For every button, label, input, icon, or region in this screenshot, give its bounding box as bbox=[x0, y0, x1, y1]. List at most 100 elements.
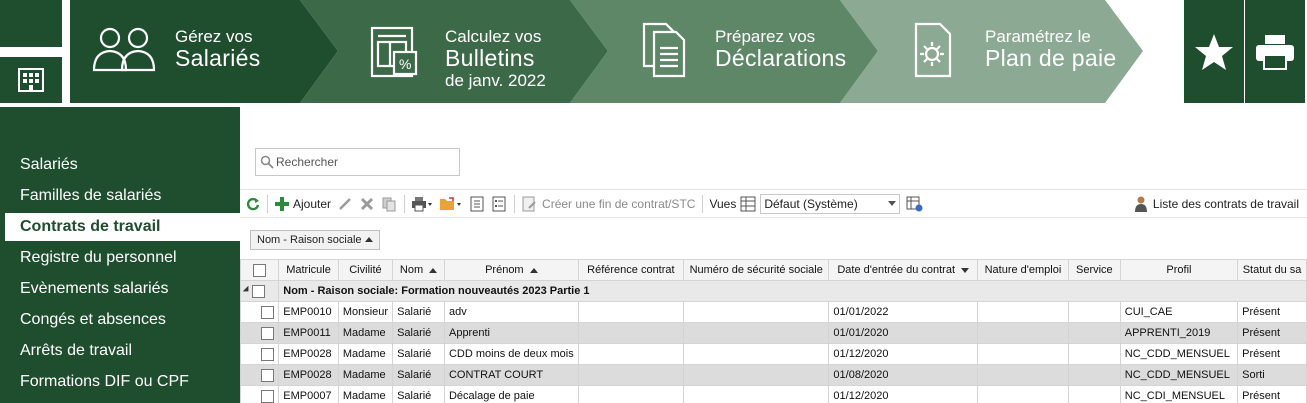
print-button[interactable] bbox=[1245, 0, 1305, 103]
column-header[interactable]: Service bbox=[1067, 259, 1121, 281]
end-contract-button[interactable]: Créer une fin de contrat/STC bbox=[521, 193, 695, 215]
cell-service bbox=[1067, 322, 1121, 344]
row-checkbox[interactable] bbox=[261, 326, 275, 340]
table-row[interactable]: EMP0010 Monsieur Salarié adv 01/01/2022 … bbox=[239, 301, 1307, 323]
column-header[interactable]: Statut du sa bbox=[1237, 259, 1307, 281]
cell-nom: Salarié bbox=[392, 322, 445, 344]
add-button[interactable]: Ajouter bbox=[274, 193, 331, 215]
column-header-label: Prénom bbox=[485, 264, 524, 276]
step-declarations[interactable]: Préparez vos Déclarations bbox=[570, 0, 880, 103]
column-header-date[interactable]: Date d'entrée du contrat bbox=[828, 259, 978, 281]
group-panel: Nom - Raison sociale bbox=[240, 217, 1307, 257]
column-header[interactable]: Numéro de sécurité sociale bbox=[683, 259, 830, 281]
column-header-nom[interactable]: Nom bbox=[392, 259, 445, 281]
sidebar: Salariés Familles de salariés Contrats d… bbox=[0, 107, 240, 403]
table-row[interactable]: EMP0011 Madame Salarié Apprenti 01/01/20… bbox=[239, 322, 1307, 344]
column-header[interactable]: Nature d'emploi bbox=[976, 259, 1069, 281]
cell-date: 01/08/2020 bbox=[828, 364, 978, 386]
cell-civilite: Madame bbox=[337, 385, 394, 403]
cell-statut: Présent bbox=[1237, 385, 1307, 403]
cell-nature bbox=[976, 343, 1069, 365]
cell-secu bbox=[683, 385, 830, 403]
cell-secu bbox=[683, 322, 830, 344]
print-menu-button[interactable] bbox=[411, 193, 433, 215]
home-tile[interactable] bbox=[0, 0, 62, 47]
delete-button[interactable] bbox=[359, 193, 375, 215]
cell-prenom: CDD moins de deux mois bbox=[443, 343, 579, 365]
cell-profil: NC_CDD_MENSUEL bbox=[1119, 343, 1239, 365]
cell-prenom: adv bbox=[443, 301, 579, 323]
sort-ascending-icon bbox=[365, 237, 373, 242]
sidebar-item-familles[interactable]: Familles de salariés bbox=[0, 182, 240, 210]
column-header-prenom[interactable]: Prénom bbox=[443, 259, 579, 281]
svg-text:%: % bbox=[399, 56, 411, 72]
step-line1: Paramétrez le bbox=[985, 27, 1091, 46]
group-row[interactable]: Nom - Raison sociale: Formation nouveaut… bbox=[239, 280, 1307, 302]
column-header[interactable]: Matricule bbox=[278, 259, 339, 281]
settings-document-icon bbox=[914, 22, 952, 78]
row-checkbox[interactable] bbox=[261, 389, 275, 403]
column-header[interactable]: Profil bbox=[1119, 259, 1239, 281]
row-checkbox[interactable] bbox=[261, 368, 275, 382]
contracts-table: Matricule Civilité Nom Prénom Référence … bbox=[239, 259, 1307, 403]
select-all-checkbox[interactable] bbox=[253, 263, 267, 277]
cell-date: 01/12/2020 bbox=[828, 343, 978, 365]
column-header[interactable]: Référence contrat bbox=[577, 259, 685, 281]
contract-list-button[interactable]: Liste des contrats de travail bbox=[1134, 193, 1299, 215]
list-button[interactable] bbox=[491, 193, 507, 215]
cell-civilite: Madame bbox=[337, 364, 394, 386]
column-header-label: Date d'entrée du contrat bbox=[837, 264, 956, 276]
expand-icon[interactable] bbox=[242, 285, 252, 295]
row-checkbox[interactable] bbox=[261, 305, 275, 319]
sidebar-item-salaries[interactable]: Salariés bbox=[0, 151, 240, 179]
view-select[interactable]: Défaut (Système) bbox=[760, 193, 901, 214]
document-icon bbox=[470, 196, 484, 211]
step-plan-de-paie[interactable]: Paramétrez le Plan de paie bbox=[840, 0, 1145, 103]
refresh-button[interactable] bbox=[246, 193, 260, 215]
column-header-label: Nom bbox=[399, 264, 424, 276]
add-label: Ajouter bbox=[293, 196, 332, 211]
view-settings-button[interactable] bbox=[906, 193, 924, 215]
cell-civilite: Madame bbox=[337, 343, 394, 365]
sidebar-item-contrats[interactable]: Contrats de travail bbox=[5, 213, 240, 241]
grid-view-icon bbox=[740, 196, 756, 211]
document-button[interactable] bbox=[469, 193, 485, 215]
list-icon bbox=[492, 196, 506, 211]
cell-reference bbox=[577, 301, 685, 323]
step-bulletins[interactable]: % Calculez vos Bulletins de janv. 2022 bbox=[300, 0, 610, 103]
group-toggle-cell[interactable] bbox=[239, 280, 280, 302]
column-header[interactable]: Civilité bbox=[337, 259, 394, 281]
cell-profil: CUI_CAE bbox=[1119, 301, 1239, 323]
table-row[interactable]: EMP0028 Madame Salarié CONTRAT COURT 01/… bbox=[239, 364, 1307, 386]
group-checkbox[interactable] bbox=[252, 284, 266, 298]
sidebar-item-evenements[interactable]: Evènements salariés bbox=[0, 275, 240, 303]
cell-reference bbox=[577, 322, 685, 344]
sidebar-item-conges[interactable]: Congés et absences bbox=[0, 306, 240, 334]
search-box[interactable]: Rechercher bbox=[255, 148, 460, 176]
table-header-row: Matricule Civilité Nom Prénom Référence … bbox=[239, 259, 1307, 281]
cell-civilite: Monsieur bbox=[337, 301, 394, 323]
cell-service bbox=[1067, 385, 1121, 403]
views-label: Vues bbox=[709, 196, 737, 211]
export-menu-button[interactable] bbox=[439, 193, 463, 215]
select-all-header[interactable] bbox=[239, 259, 280, 281]
sidebar-item-arrets[interactable]: Arrêts de travail bbox=[0, 337, 240, 365]
step-line2: Bulletins bbox=[445, 45, 535, 71]
workflow-steps: Gérez vos Salariés % Calculez vos Bullet… bbox=[70, 0, 1145, 103]
cell-date: 01/01/2020 bbox=[828, 322, 978, 344]
sort-ascending-icon bbox=[429, 267, 438, 273]
cell-nom: Salarié bbox=[392, 364, 445, 386]
group-chip[interactable]: Nom - Raison sociale bbox=[250, 230, 380, 250]
row-checkbox[interactable] bbox=[261, 347, 275, 361]
edit-button[interactable] bbox=[337, 193, 353, 215]
company-tile[interactable] bbox=[0, 57, 62, 103]
star-icon bbox=[1195, 33, 1233, 70]
plus-icon bbox=[275, 196, 289, 211]
step-line1: Préparez vos bbox=[715, 27, 816, 46]
favorites-button[interactable] bbox=[1184, 0, 1244, 103]
table-row[interactable]: EMP0007 Madame Salarié Décalage de paie … bbox=[239, 385, 1307, 403]
duplicate-button[interactable] bbox=[381, 193, 397, 215]
table-row[interactable]: EMP0028 Madame Salarié CDD moins de deux… bbox=[239, 343, 1307, 365]
sidebar-item-registre[interactable]: Registre du personnel bbox=[0, 244, 240, 272]
sidebar-item-formations[interactable]: Formations DIF ou CPF bbox=[0, 368, 240, 396]
